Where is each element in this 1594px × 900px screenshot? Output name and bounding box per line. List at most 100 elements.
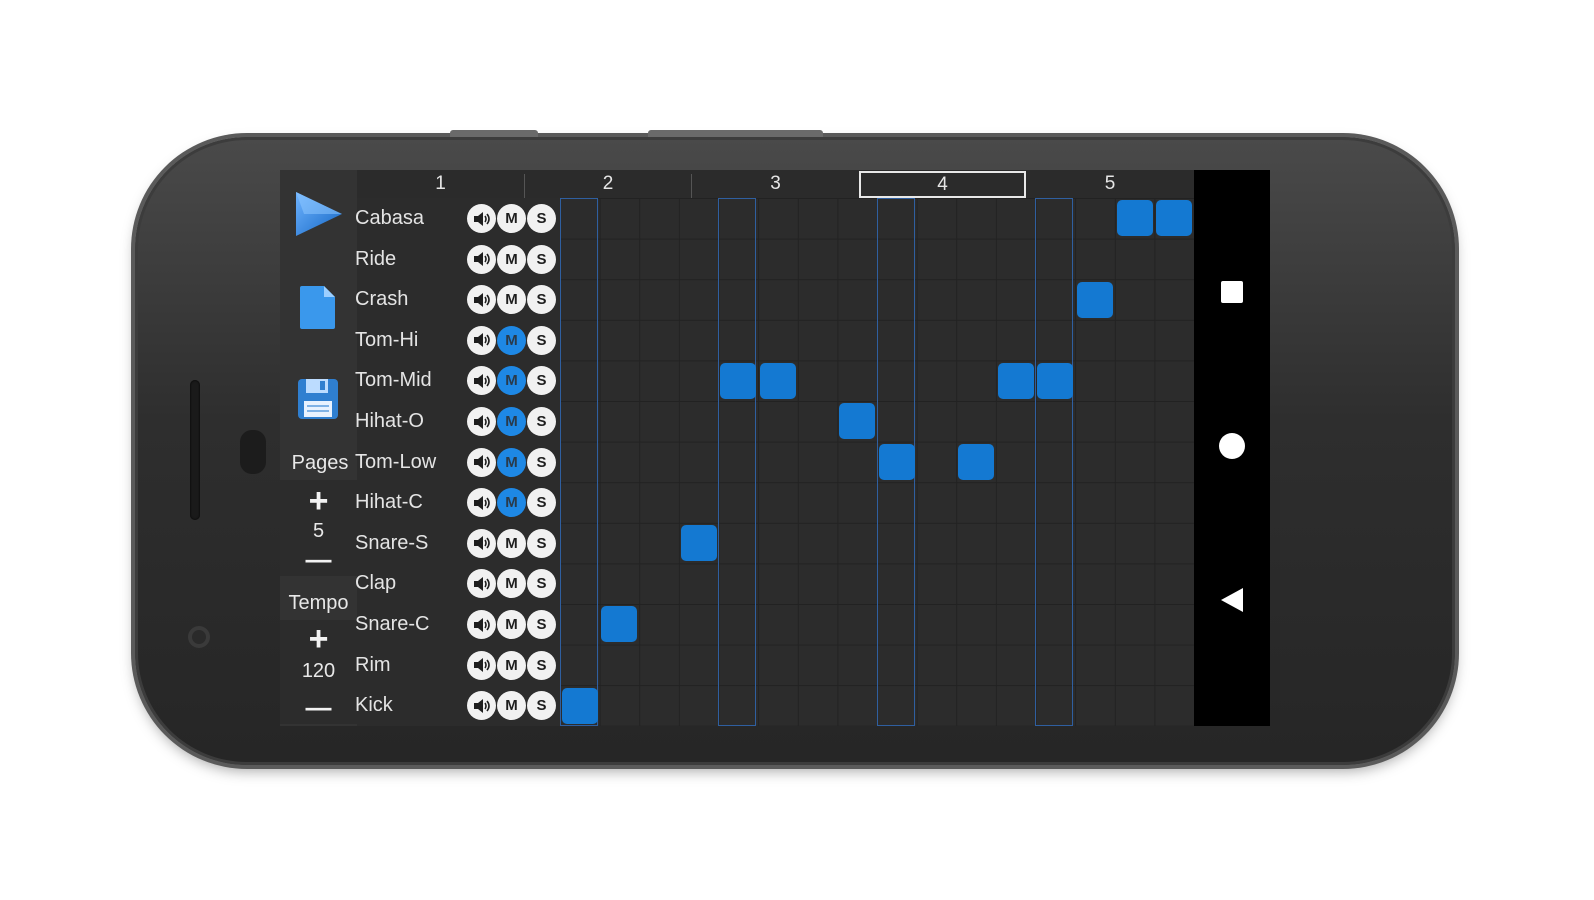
track-solo-button[interactable]: S (527, 610, 556, 639)
speaker-icon (473, 617, 490, 632)
active-step[interactable] (878, 444, 915, 480)
track-mute-button[interactable]: M (497, 325, 526, 355)
track-mute-button[interactable]: M (497, 244, 526, 274)
track-volume-button[interactable] (467, 447, 496, 477)
active-step[interactable] (759, 362, 796, 399)
file-icon (300, 286, 335, 329)
page-tab-3[interactable]: 3 (692, 170, 859, 198)
tempo-label: Tempo (288, 592, 349, 614)
pages-value: 5 (312, 520, 325, 542)
pages-label: Pages (291, 452, 349, 474)
new-file-button[interactable] (294, 282, 342, 332)
track-solo-button[interactable]: S (527, 488, 556, 518)
active-step[interactable] (1116, 200, 1153, 237)
track-volume-button[interactable] (467, 528, 496, 558)
track-volume-button[interactable] (467, 325, 496, 355)
track-solo-button[interactable]: S (527, 244, 556, 274)
play-button[interactable] (286, 186, 350, 242)
track-label: Snare-S (355, 531, 429, 554)
active-step[interactable] (997, 362, 1034, 399)
track-volume-button[interactable] (467, 569, 496, 599)
page-tab-5[interactable]: 5 (1026, 170, 1194, 198)
track-solo-button[interactable]: S (527, 528, 556, 558)
track-label: Hihat-C (355, 491, 423, 514)
active-step[interactable] (601, 606, 638, 643)
track-solo-button[interactable]: S (527, 407, 556, 436)
track-mute-button[interactable]: M (497, 285, 526, 315)
active-step[interactable] (1076, 281, 1113, 318)
beat-marker (560, 198, 598, 726)
phone-side-button (450, 130, 538, 137)
home-button[interactable] (1194, 416, 1270, 476)
save-button[interactable] (294, 374, 342, 424)
sidebar: Pages + 5 — Tempo + 120 — (280, 170, 357, 726)
recent-apps-button[interactable] (1194, 262, 1270, 322)
track-mute-button[interactable]: M (497, 650, 526, 680)
play-icon (296, 192, 342, 236)
pages-increase-button[interactable]: + (280, 484, 357, 518)
track-solo-button[interactable]: S (527, 447, 556, 477)
track-solo-button[interactable]: S (527, 366, 556, 396)
track-volume-button[interactable] (467, 407, 496, 436)
active-step[interactable] (839, 403, 876, 440)
beat-marker (718, 198, 756, 726)
back-button[interactable] (1194, 570, 1270, 630)
speaker-icon (473, 455, 490, 470)
track-solo-button[interactable]: S (527, 285, 556, 315)
active-step[interactable] (1037, 362, 1074, 399)
track-solo-button[interactable]: S (527, 650, 556, 680)
track-solo-button[interactable]: S (527, 325, 556, 355)
track-mute-button[interactable]: M (497, 691, 526, 721)
track-mute-button[interactable]: M (497, 610, 526, 639)
track-label: Snare-C (355, 613, 430, 635)
track-solo-button[interactable]: S (527, 569, 556, 599)
track-volume-button[interactable] (467, 244, 496, 274)
floppy-disk-icon (298, 379, 338, 419)
pages-decrease-button[interactable]: — (280, 542, 357, 576)
system-nav-bar (1194, 170, 1270, 726)
track-mute-button[interactable]: M (497, 204, 526, 233)
page-tab-4-selected[interactable]: 4 (859, 171, 1026, 198)
track-mute-button[interactable]: M (497, 366, 526, 396)
active-step[interactable] (720, 362, 757, 399)
active-step[interactable] (1156, 200, 1193, 237)
track-volume-button[interactable] (467, 650, 496, 680)
active-step[interactable] (561, 687, 598, 724)
track-solo-button[interactable]: S (527, 204, 556, 233)
track-volume-button[interactable] (467, 204, 496, 233)
track-solo-button[interactable]: S (527, 691, 556, 721)
page-tab-2[interactable]: 2 (525, 170, 691, 198)
track-mute-button[interactable]: M (497, 569, 526, 599)
proximity-sensor (240, 430, 266, 474)
track-volume-button[interactable] (467, 691, 496, 721)
track-volume-button[interactable] (467, 488, 496, 518)
active-step[interactable] (958, 444, 995, 480)
track-volume-button[interactable] (467, 366, 496, 396)
home-icon (1219, 433, 1245, 459)
earpiece-speaker (190, 380, 200, 520)
tempo-value: 120 (301, 660, 336, 682)
speaker-icon (473, 536, 490, 551)
recent-apps-icon (1221, 281, 1243, 303)
track-volume-button[interactable] (467, 610, 496, 639)
phone-side-button (648, 130, 823, 137)
track-mute-button[interactable]: M (497, 528, 526, 558)
speaker-icon (473, 495, 490, 510)
track-label: Clap (355, 572, 397, 595)
tempo-decrease-button[interactable]: — (280, 690, 357, 724)
speaker-icon (473, 414, 490, 429)
active-step[interactable] (680, 525, 717, 562)
speaker-icon (473, 211, 490, 226)
page-tab-1[interactable]: 1 (357, 170, 524, 198)
tempo-increase-button[interactable]: + (280, 622, 357, 656)
track-label: Ride (355, 247, 397, 270)
track-mute-button[interactable]: M (497, 447, 526, 477)
step-grid[interactable] (560, 198, 1194, 726)
track-label: Hihat-O (355, 410, 424, 432)
speaker-icon (473, 658, 490, 673)
front-camera (188, 626, 210, 648)
track-mute-button[interactable]: M (497, 488, 526, 518)
track-mute-button[interactable]: M (497, 407, 526, 436)
track-volume-button[interactable] (467, 285, 496, 315)
pages-stepper: + 5 — (280, 480, 357, 576)
